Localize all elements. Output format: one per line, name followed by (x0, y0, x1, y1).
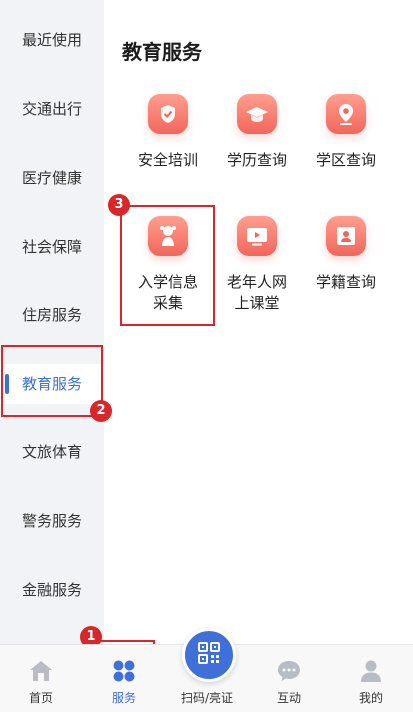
annotation-box-3 (120, 205, 215, 326)
tab-services[interactable]: 服务 (89, 645, 159, 712)
tab-label: 服务 (111, 691, 136, 705)
sidebar-item-finance[interactable]: 金融服务 (0, 570, 104, 610)
tile-label: 学历查询 (226, 151, 287, 169)
tile-elderly-online-class[interactable]: 老年人网 上课堂 (209, 216, 305, 314)
tile-label: 安全培训 (137, 151, 198, 169)
scan-button[interactable] (182, 628, 236, 682)
grid-icon (111, 658, 137, 684)
tile-label: 学区查询 (315, 151, 376, 169)
sidebar-item-social-security[interactable]: 社会保障 (0, 227, 104, 267)
sidebar-item-police[interactable]: 警务服务 (0, 501, 104, 541)
tab-label: 我的 (358, 691, 383, 705)
sidebar-item-label: 医疗健康 (21, 169, 82, 187)
student-card-icon (326, 216, 366, 256)
graduation-cap-icon (237, 94, 277, 134)
sidebar-item-medical[interactable]: 医疗健康 (0, 158, 104, 198)
sidebar-item-label: 社会保障 (21, 238, 82, 256)
user-icon (358, 658, 384, 684)
sidebar-item-recent[interactable]: 最近使用 (0, 20, 104, 60)
sidebar-item-label: 住房服务 (21, 306, 82, 324)
sidebar-item-culture-sports[interactable]: 文旅体育 (0, 432, 104, 472)
sidebar-item-label: 交通出行 (21, 100, 82, 118)
tab-label: 扫码/亮证 (180, 691, 234, 705)
tab-label: 互动 (276, 691, 301, 705)
qr-code-icon (197, 641, 221, 669)
category-sidebar: 最近使用 交通出行 医疗健康 社会保障 住房服务 教育服务 文旅体育 警务服务 … (0, 0, 104, 644)
tile-school-district-query[interactable]: 学区查询 (298, 94, 394, 171)
tile-degree-query[interactable]: 学历查询 (209, 94, 305, 171)
sidebar-item-transport[interactable]: 交通出行 (0, 89, 104, 129)
annotation-box-2 (1, 345, 103, 417)
tile-label: 学籍查询 (315, 273, 376, 291)
video-play-icon (237, 216, 277, 256)
tile-student-status-query[interactable]: 学籍查询 (298, 216, 394, 293)
section-title: 教育服务 (122, 40, 202, 64)
tab-interaction[interactable]: 互动 (254, 645, 324, 712)
home-icon (28, 658, 54, 684)
tab-home[interactable]: 首页 (6, 645, 76, 712)
location-pin-icon (326, 94, 366, 134)
tab-label: 首页 (28, 691, 53, 705)
shield-check-icon (148, 94, 188, 134)
sidebar-item-label: 最近使用 (21, 31, 82, 49)
tab-mine[interactable]: 我的 (336, 645, 406, 712)
sidebar-item-label: 文旅体育 (21, 443, 82, 461)
annotation-badge-3: 3 (108, 194, 130, 216)
sidebar-item-housing[interactable]: 住房服务 (0, 295, 104, 335)
sidebar-item-label: 金融服务 (21, 581, 82, 599)
tile-label: 老年人网 上课堂 (226, 273, 287, 312)
chat-icon (276, 658, 302, 684)
tile-safety-training[interactable]: 安全培训 (120, 94, 216, 171)
sidebar-item-label: 警务服务 (21, 512, 82, 530)
annotation-badge-2: 2 (90, 400, 112, 422)
